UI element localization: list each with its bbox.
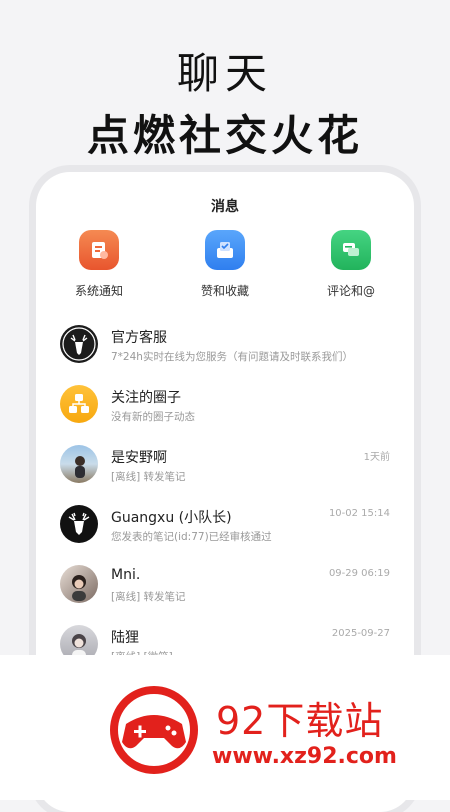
conversation-time: 2025-09-27 bbox=[331, 628, 390, 639]
quick-action-label: 评论和@ bbox=[326, 284, 375, 298]
conversation-list: 官方客服 7*24h实时在线为您服务（有问题请及时联系我们） 关注的圈子 没有新… bbox=[36, 322, 414, 682]
watermark-brand: 92下载站 bbox=[216, 699, 384, 743]
notice-icon bbox=[79, 230, 119, 270]
page-title: 消息 bbox=[211, 199, 239, 215]
comment-icon bbox=[331, 230, 371, 270]
list-item[interactable]: Mni. [离线] 转发笔记 09-29 06:19 bbox=[36, 562, 414, 622]
conversation-time: 09-29 06:19 bbox=[328, 568, 390, 579]
conversation-preview: 7*24h实时在线为您服务（有问题请及时联系我们） bbox=[111, 351, 353, 363]
deer-avatar-icon bbox=[60, 325, 98, 363]
conversation-name: 官方客服 bbox=[111, 330, 167, 346]
watermark-url: www.xz92.com bbox=[212, 744, 397, 769]
quick-actions: 系统通知 赞和收藏 评论和@ bbox=[36, 230, 414, 299]
conversation-name: Mni. bbox=[111, 567, 141, 583]
conversation-name: 是安野啊 bbox=[111, 450, 167, 466]
list-item[interactable]: 关注的圈子 没有新的圈子动态 bbox=[36, 382, 414, 442]
deer-avatar-icon bbox=[60, 505, 98, 543]
quick-action-label: 系统通知 bbox=[74, 284, 123, 298]
conversation-name: 关注的圈子 bbox=[111, 390, 181, 406]
circle-group-icon bbox=[60, 385, 98, 423]
quick-action-label: 赞和收藏 bbox=[200, 284, 249, 298]
like-collect-icon bbox=[205, 230, 245, 270]
conversation-name: 陆狸 bbox=[111, 630, 139, 646]
list-item[interactable]: Guangxu (小队长) 您发表的笔记(id:77)已经审核通过 10-02 … bbox=[36, 502, 414, 562]
list-item[interactable]: 是安野啊 [离线] 转发笔记 1天前 bbox=[36, 442, 414, 502]
list-item[interactable]: 官方客服 7*24h实时在线为您服务（有问题请及时联系我们） bbox=[36, 322, 414, 382]
quick-action-system-notice[interactable]: 系统通知 bbox=[36, 230, 162, 299]
gamepad-logo-icon bbox=[110, 686, 198, 774]
quick-action-likes[interactable]: 赞和收藏 bbox=[162, 230, 288, 299]
conversation-preview: 没有新的圈子动态 bbox=[111, 411, 195, 423]
conversation-time: 1天前 bbox=[363, 452, 390, 463]
quick-action-comments[interactable]: 评论和@ bbox=[288, 230, 414, 299]
conversation-preview: [离线] 转发笔记 bbox=[111, 591, 186, 603]
conversation-preview: [离线] 转发笔记 bbox=[111, 471, 186, 483]
user-photo-avatar bbox=[60, 565, 98, 603]
user-photo-avatar bbox=[60, 445, 98, 483]
conversation-name: Guangxu (小队长) bbox=[111, 510, 232, 526]
hero-subtitle: 点燃社交火花 bbox=[86, 111, 363, 160]
hero-title: 聊天 bbox=[176, 49, 273, 98]
conversation-preview: 您发表的笔记(id:77)已经审核通过 bbox=[111, 531, 272, 543]
conversation-time: 10-02 15:14 bbox=[328, 508, 390, 519]
